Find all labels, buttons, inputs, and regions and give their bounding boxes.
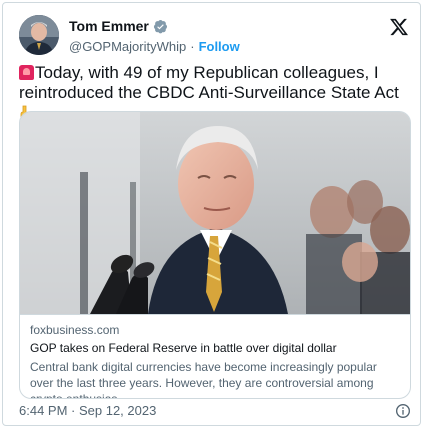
article-photo xyxy=(20,112,410,314)
x-logo-icon[interactable] xyxy=(389,17,409,37)
siren-emoji-icon xyxy=(19,65,34,80)
link-card[interactable]: foxbusiness.com GOP takes on Federal Res… xyxy=(19,111,411,399)
link-domain: foxbusiness.com xyxy=(30,323,120,337)
link-headline: GOP takes on Federal Reserve in battle o… xyxy=(30,341,337,355)
tweet-footer: 6:44 PM · Sep 12, 2023 xyxy=(19,403,411,419)
link-card-info: foxbusiness.com GOP takes on Federal Res… xyxy=(20,314,410,399)
tweet-card: Tom Emmer @GOPMajorityWhip · Follow Toda… xyxy=(2,2,421,426)
author-display-name[interactable]: Tom Emmer xyxy=(69,18,149,34)
follow-button[interactable]: Follow xyxy=(199,39,240,54)
link-description: Central bank digital currencies have bec… xyxy=(30,360,377,399)
timestamp[interactable]: 6:44 PM · Sep 12, 2023 xyxy=(19,403,156,418)
tweet-header: Tom Emmer @GOPMajorityWhip · Follow xyxy=(19,15,409,55)
info-icon[interactable] xyxy=(395,403,411,419)
separator-dot: · xyxy=(190,38,195,54)
tweet-body: Today, with 49 of my Republican colleagu… xyxy=(19,63,399,102)
verified-badge-icon xyxy=(153,19,168,34)
avatar[interactable] xyxy=(19,15,59,55)
author-handle[interactable]: @GOPMajorityWhip xyxy=(69,39,186,54)
author-names: Tom Emmer @GOPMajorityWhip · Follow xyxy=(69,17,240,55)
